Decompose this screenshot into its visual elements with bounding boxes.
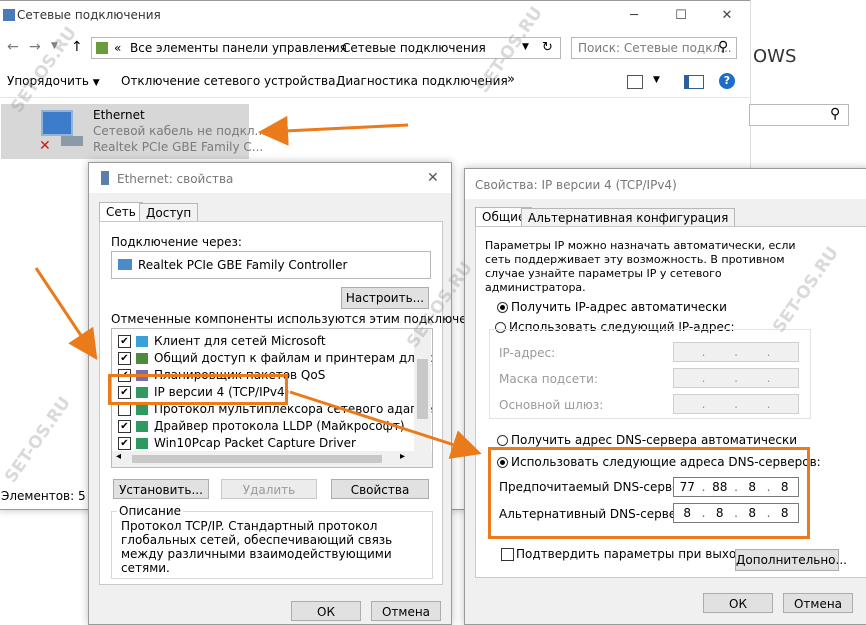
arrow-to-dns [289, 390, 482, 459]
arrow-to-ipv4 [34, 267, 98, 360]
arrow-to-adapter [258, 115, 409, 146]
